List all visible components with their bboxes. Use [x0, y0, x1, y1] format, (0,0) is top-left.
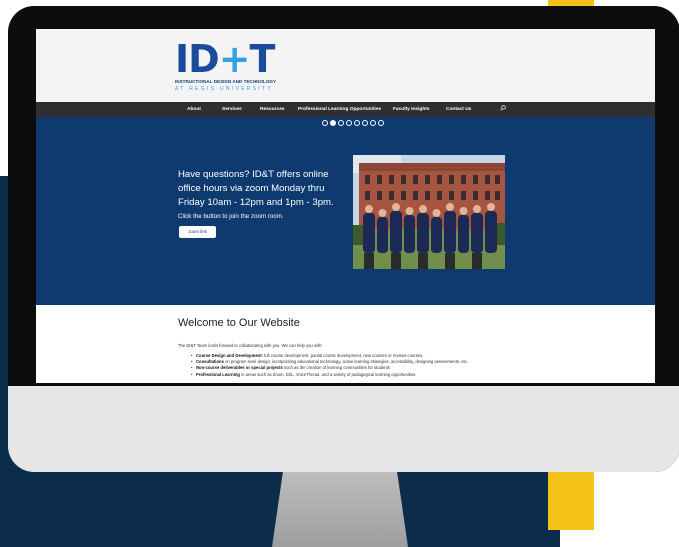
slider-dot[interactable] [346, 120, 352, 126]
nav-item-services[interactable]: Services [222, 102, 242, 117]
slider-dot[interactable] [378, 120, 384, 126]
hero-heading: Have questions? ID&T offers online offic… [178, 169, 334, 208]
nav-item-contact-us[interactable]: Contact Us [446, 102, 471, 117]
monitor-chin [8, 386, 679, 472]
slider-dot[interactable] [362, 120, 368, 126]
slider-dot[interactable] [338, 120, 344, 126]
hero-banner: Have questions? ID&T offers online offic… [36, 117, 655, 305]
welcome-section: Welcome to Our Website The ID&T Team loo… [36, 305, 655, 383]
intro-text: The ID&T Team looks forward to collabora… [178, 343, 323, 348]
slider-dots [322, 120, 384, 126]
nav-item-faculty-insights[interactable]: Faculty Insights [393, 102, 430, 117]
zoom-link-button[interactable]: zoom link [179, 226, 216, 238]
slider-dot[interactable] [354, 120, 360, 126]
slider-dot[interactable] [322, 120, 328, 126]
monitor-stand [272, 472, 408, 547]
nav-item-professional-learning[interactable]: Professional Learning Opportunities [298, 102, 381, 117]
list-item: Professional Learning in areas such as Z… [191, 372, 468, 378]
site-logo[interactable]: ID+T INSTRUCTIONAL DESIGN AND TECHNOLOGY… [175, 37, 277, 99]
site-header: ID+T INSTRUCTIONAL DESIGN AND TECHNOLOGY… [36, 29, 655, 102]
main-nav: About Services Resources Professional Le… [36, 102, 655, 117]
slider-dot-active[interactable] [330, 120, 336, 126]
hero-subtext: Click the button to join the zoom room. [178, 213, 284, 220]
search-icon[interactable] [500, 105, 506, 111]
logo-line-2: AT REGIS UNIVERSITY [175, 86, 273, 92]
services-list: Course Design and Development: full cour… [191, 353, 468, 378]
nav-item-resources[interactable]: Resources [260, 102, 285, 117]
nav-item-about[interactable]: About [187, 102, 201, 117]
welcome-title: Welcome to Our Website [178, 317, 300, 329]
team-photo [353, 155, 505, 269]
logo-mark: ID+T [175, 37, 275, 81]
monitor-screen: ID+T INSTRUCTIONAL DESIGN AND TECHNOLOGY… [36, 29, 655, 383]
slider-dot[interactable] [370, 120, 376, 126]
logo-line-1: INSTRUCTIONAL DESIGN AND TECHNOLOGY [175, 79, 277, 84]
